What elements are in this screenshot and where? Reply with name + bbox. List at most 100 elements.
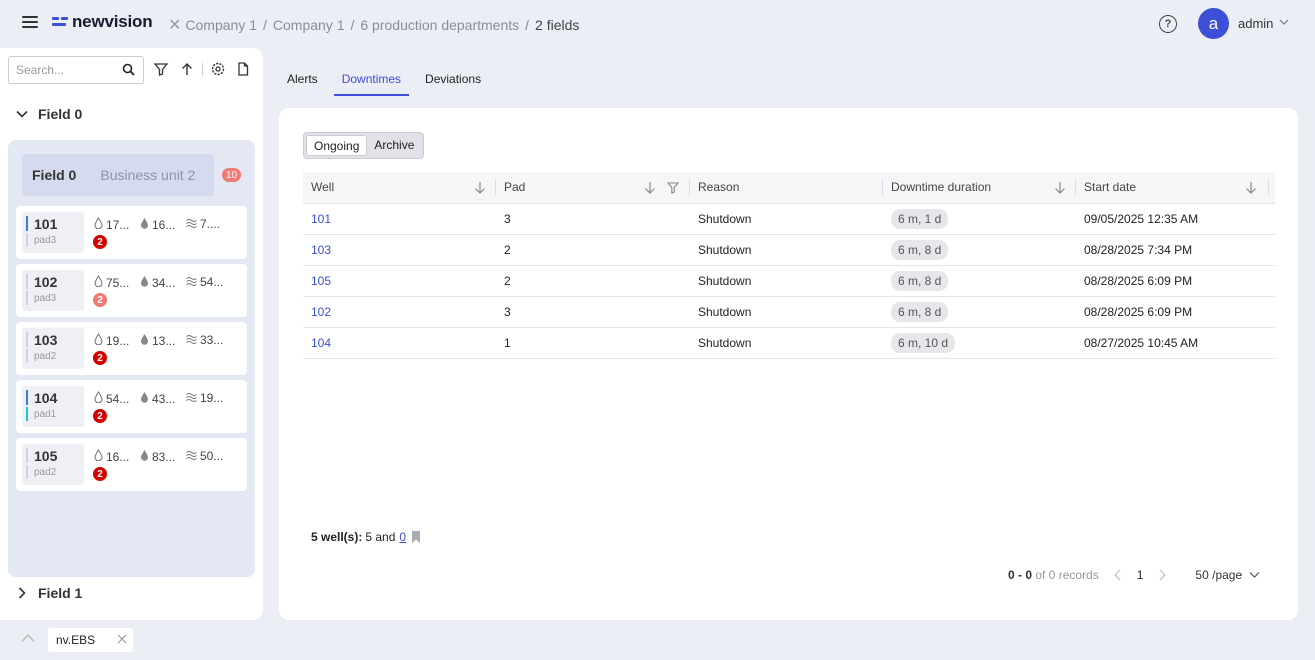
well-pad: pad3 [34,235,57,246]
help-icon[interactable]: ? [1159,15,1177,33]
filter-icon[interactable] [667,181,679,194]
metric-value: 50... [200,449,224,463]
chevron-up-icon[interactable] [21,633,35,643]
settings-gear-icon[interactable] [210,61,226,77]
table-row[interactable]: 104 1 Shutdown 6 m, 10 d 08/27/2025 10:45 AM [303,327,1275,359]
user-name[interactable]: admin [1238,16,1273,31]
close-breadcrumb-icon[interactable]: ✕ [168,15,181,35]
alert-badge: 2 [93,235,107,249]
cell-well[interactable]: 101 [303,203,496,235]
chevron-right-icon [18,587,26,599]
well-number: 103 [34,332,58,348]
logo-mark-icon [52,16,68,28]
sort-arrow-down-icon[interactable] [644,181,656,194]
avatar[interactable]: a [1198,8,1229,39]
column-header-reason: Reason [690,172,883,204]
table-row[interactable]: 103 2 Shutdown 6 m, 8 d 08/28/2025 7:34 PM [303,234,1275,266]
document-icon[interactable] [235,61,251,77]
chevron-down-icon[interactable] [1279,17,1289,27]
column-header-start-date[interactable]: Start date [1076,172,1275,204]
page-number[interactable]: 1 [1137,568,1144,582]
table-header-row: Well Pad Reason Downtime duration Start … [303,172,1275,204]
close-icon[interactable] [117,634,127,644]
droplet-outline-icon [94,390,106,406]
chevron-down-icon [16,110,28,118]
well-card[interactable]: 102 pad3 75... 34... 54... 2 [16,264,247,317]
well-number: 102 [34,274,58,290]
oil-rate-metric: 54... [94,390,130,406]
cell-duration: 6 m, 8 d [883,265,1076,297]
metric-value: 54... [106,391,130,406]
sort-ascending-icon[interactable] [179,61,195,77]
well-card[interactable]: 104 pad1 54... 43... 19... 2 [16,380,247,433]
page-size-value: 50 /page [1195,568,1243,582]
well-card[interactable]: 105 pad2 16... 83... 50... 2 [16,438,247,491]
bookmarked-wells-link[interactable]: 0 [399,530,406,544]
metric-value: 54... [200,275,224,289]
duration-pill: 6 m, 1 d [891,208,949,229]
field-0-header[interactable]: Field 0 [16,106,82,122]
duration-pill: 6 m, 10 d [891,332,956,353]
water-rate-metric: 13... [140,333,175,348]
field-1-header[interactable]: Field 1 [16,585,82,601]
droplet-outline-icon [94,448,106,464]
tab-downtimes[interactable]: Downtimes [333,64,410,96]
well-card[interactable]: 101 pad3 17... 16... 7.... 2 [16,206,247,259]
cell-well[interactable]: 103 [303,234,496,266]
sort-arrow-down-icon[interactable] [1245,181,1257,194]
column-header-duration[interactable]: Downtime duration [883,172,1076,204]
table-body: 101 3 Shutdown 6 m, 1 d 09/05/2025 12:35 AM 1… [303,203,1275,359]
waves-icon [186,391,200,405]
cell-well[interactable]: 104 [303,327,496,359]
tray-tab-label: nv.EBS [56,633,96,647]
search-input[interactable] [9,57,115,83]
cell-duration: 6 m, 8 d [883,296,1076,328]
well-id-block: 105 pad2 [22,444,84,485]
next-page-icon[interactable] [1157,569,1167,581]
breadcrumb-item[interactable]: 6 production departments [360,17,519,33]
ongoing-archive-toggle: Ongoing Archive [303,132,425,159]
filter-icon[interactable] [153,61,169,77]
metric-value: 83... [152,449,176,464]
duration-pill: 6 m, 8 d [891,301,949,322]
search-icon[interactable] [122,63,135,76]
droplet-outline-icon [94,216,106,232]
droplet-filled-icon [140,449,152,464]
tray-tab[interactable]: nv.EBS [48,628,133,652]
sort-arrow-down-icon[interactable] [474,181,486,194]
well-card[interactable]: 103 pad2 19... 13... 33... 2 [16,322,247,375]
breadcrumb-item[interactable]: Company 1 [273,17,345,33]
business-unit-card[interactable]: Field 0 Business unit 2 [22,154,214,196]
records-text: of 0 records [1035,568,1099,582]
well-id-block: 103 pad2 [22,328,84,369]
table-row[interactable]: 105 2 Shutdown 6 m, 8 d 08/28/2025 6:09 PM [303,265,1275,297]
breadcrumb-item[interactable]: Company 1 [185,17,257,33]
cell-duration: 6 m, 8 d [883,234,1076,266]
status-bar [26,465,28,479]
column-header-label: Downtime duration [891,180,992,195]
column-header-pad[interactable]: Pad [496,172,690,204]
hamburger-menu-icon[interactable] [22,16,38,30]
cell-well[interactable]: 102 [303,296,496,328]
metric-value: 16... [106,449,130,464]
tab-deviations[interactable]: Deviations [417,64,489,96]
well-number: 104 [34,390,58,406]
segment-archive[interactable]: Archive [367,135,421,156]
table-row[interactable]: 101 3 Shutdown 6 m, 1 d 09/05/2025 12:35 AM [303,203,1275,235]
sort-arrow-down-icon[interactable] [1054,181,1066,194]
column-header-well[interactable]: Well [303,172,496,204]
cell-pad: 2 [496,234,690,266]
page-size-select[interactable]: 50 /page [1195,568,1260,582]
breadcrumb-current: 2 fields [535,17,580,33]
cell-pad: 2 [496,265,690,297]
segment-ongoing[interactable]: Ongoing [306,135,368,156]
field-panel: Field 0 Business unit 2 10 101 pad3 17... 1… [8,140,255,577]
search-box [8,56,144,84]
status-bar [26,233,28,247]
table-row[interactable]: 102 3 Shutdown 6 m, 8 d 08/28/2025 6:09 PM [303,296,1275,328]
status-bar [26,216,28,231]
prev-page-icon[interactable] [1113,569,1123,581]
bookmark-icon[interactable] [411,531,421,543]
tab-alerts[interactable]: Alerts [279,64,326,96]
cell-well[interactable]: 105 [303,265,496,297]
